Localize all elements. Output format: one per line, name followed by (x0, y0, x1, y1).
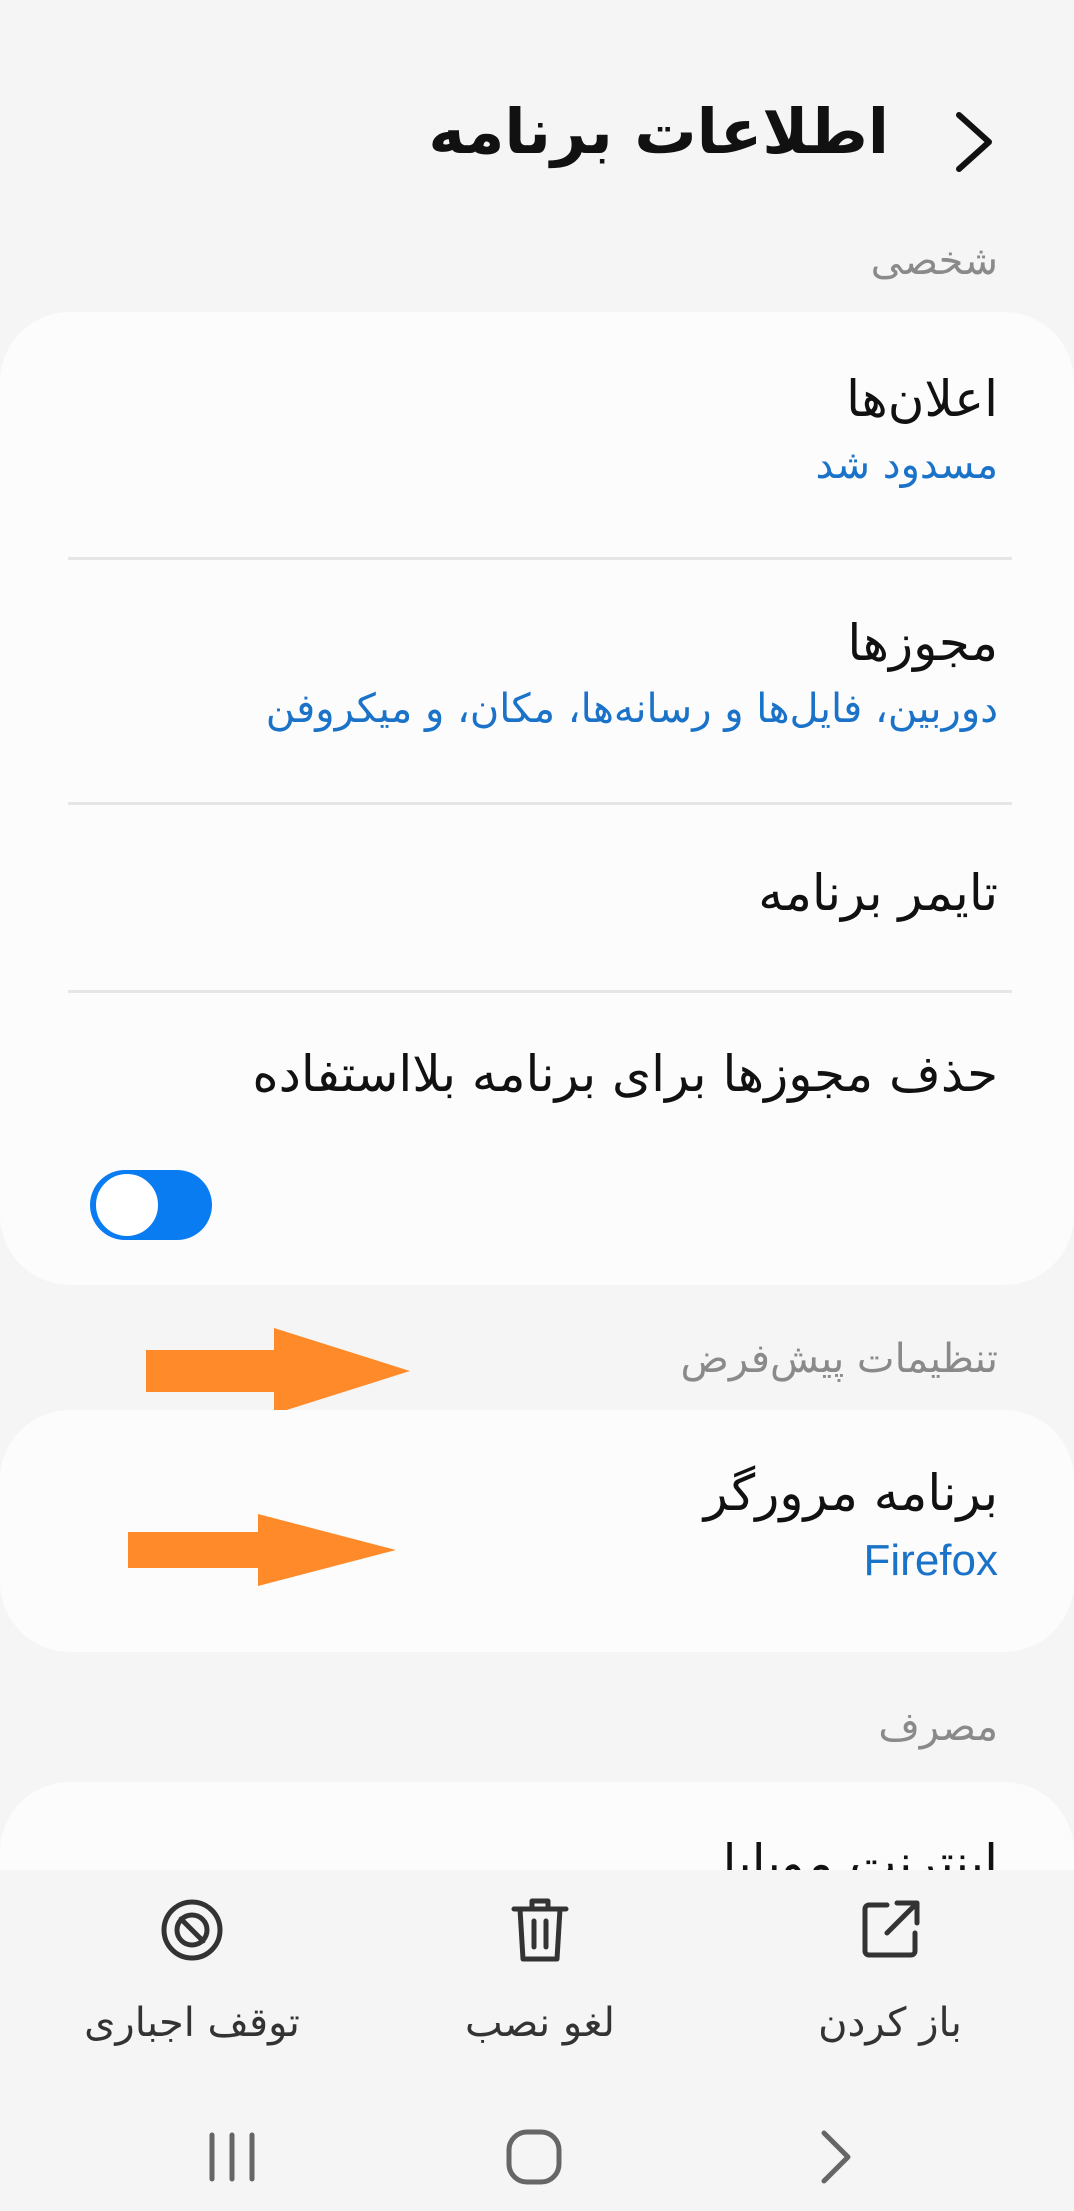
divider (68, 557, 1012, 560)
personal-settings-card: اعلان‌ها مسدود شد مجوزها دوربین، فایل‌ها… (0, 312, 1074, 1285)
permissions-summary: دوربین، فایل‌ها و رسانه‌ها، مکان، و میکر… (265, 686, 998, 732)
section-label-personal: شخصی (870, 238, 998, 284)
open-button[interactable]: باز کردن (740, 1890, 1040, 2046)
section-label-usage: مصرف (878, 1704, 998, 1750)
header: اطلاعات برنامه (0, 60, 1074, 210)
permissions-item[interactable]: مجوزها دوربین، فایل‌ها و رسانه‌ها، مکان،… (68, 614, 998, 732)
toggle-knob (93, 1171, 161, 1239)
system-nav-bar (0, 2100, 1074, 2211)
divider (68, 990, 1012, 993)
app-timer-item[interactable]: تایمر برنامه (68, 864, 998, 922)
app-timer-title: تایمر برنامه (758, 864, 998, 922)
home-icon (506, 2129, 562, 2185)
remove-permissions-toggle[interactable] (90, 1170, 212, 1240)
notifications-item[interactable]: اعلان‌ها مسدود شد (68, 370, 998, 488)
page-title: اطلاعات برنامه (428, 95, 889, 168)
recents-icon (209, 2132, 255, 2182)
recents-button[interactable] (172, 2122, 292, 2192)
home-button[interactable] (474, 2122, 594, 2192)
trash-icon (511, 1898, 569, 1962)
mobile-data-item[interactable]: اینترنت موبایل (700, 1834, 998, 1872)
back-button[interactable] (934, 102, 1014, 182)
annotation-arrow-icon (146, 1328, 410, 1414)
usage-card: اینترنت موبایل (0, 1782, 1074, 1872)
section-label-defaults: تنظیمات پیش‌فرض (680, 1336, 998, 1382)
annotation-arrow-icon (128, 1514, 396, 1586)
nav-back-icon (821, 2130, 851, 2184)
chevron-right-icon (956, 112, 992, 172)
uninstall-button[interactable]: لغو نصب (390, 1890, 690, 2046)
block-icon (161, 1899, 223, 1961)
bottom-action-bar: باز کردن لغو نصب توقف اجباری (0, 1870, 1074, 2060)
permissions-title: مجوزها (847, 614, 998, 672)
divider (68, 802, 1012, 805)
notifications-title: اعلان‌ها (846, 370, 998, 428)
uninstall-label: لغو نصب (465, 2000, 615, 2046)
remove-permissions-item[interactable]: حذف مجوزها برای برنامه بلااستفاده (68, 1045, 998, 1103)
force-stop-label: توقف اجباری (84, 2000, 300, 2046)
app-info-screen: اطلاعات برنامه شخصی اعلان‌ها مسدود شد مج… (0, 0, 1074, 2211)
open-external-icon (862, 1900, 920, 1958)
nav-back-button[interactable] (776, 2122, 896, 2192)
remove-permissions-title: حذف مجوزها برای برنامه بلااستفاده (252, 1045, 998, 1103)
force-stop-button[interactable]: توقف اجباری (42, 1890, 342, 2046)
notifications-status: مسدود شد (815, 442, 998, 488)
open-label: باز کردن (818, 2000, 962, 2046)
